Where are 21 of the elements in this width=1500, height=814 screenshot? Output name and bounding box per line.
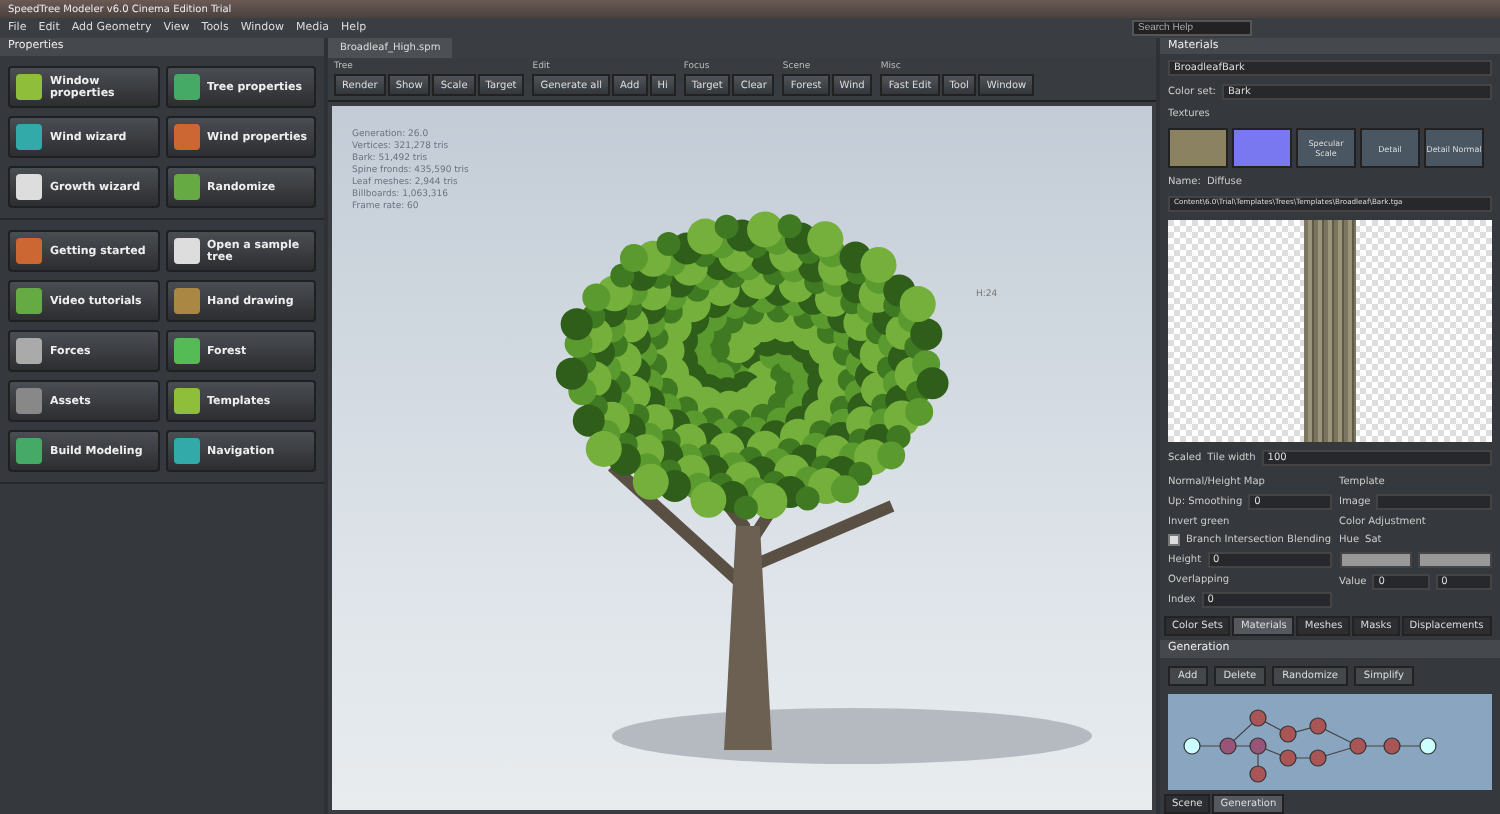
tool-icon	[173, 388, 199, 414]
bark-texture-thumbnail[interactable]	[1168, 128, 1228, 169]
tool-icon	[173, 174, 199, 200]
tool-icon	[173, 438, 199, 464]
tool-icon	[173, 288, 199, 314]
tool-icon	[16, 288, 42, 314]
tool-icon	[16, 438, 42, 464]
tool-icon	[173, 74, 199, 100]
tool-icon	[173, 338, 199, 364]
tool-icon	[173, 124, 199, 150]
normal-map-thumbnail[interactable]	[1232, 128, 1292, 169]
checkbox[interactable]	[1168, 534, 1180, 547]
color-swatch[interactable]	[1418, 552, 1492, 569]
tool-icon	[16, 238, 42, 264]
tool-icon	[16, 124, 42, 150]
tool-icon	[16, 174, 42, 200]
tool-icon	[16, 388, 42, 414]
tool-icon	[16, 338, 42, 364]
tool-icon	[16, 74, 42, 100]
tool-icon	[173, 238, 199, 264]
color-swatch[interactable]	[1339, 552, 1413, 569]
